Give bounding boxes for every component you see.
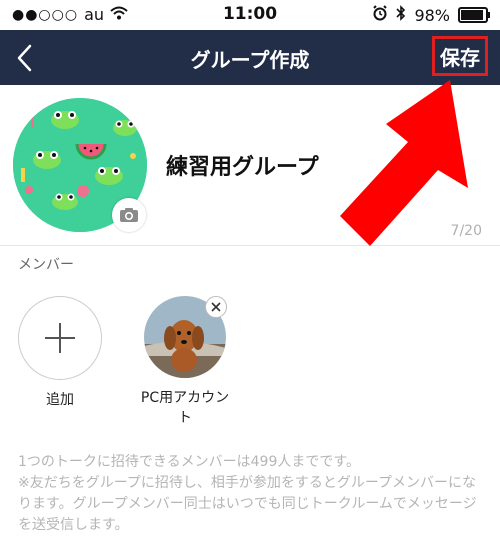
battery-percent: 98%: [414, 5, 450, 25]
status-bar: ●●○○○ au 11:00 98%: [0, 0, 500, 30]
plus-icon: [45, 323, 75, 353]
page-title: グループ作成: [190, 48, 310, 72]
member-item[interactable]: PC用アカウント: [135, 296, 235, 428]
remove-member-button[interactable]: [205, 296, 227, 318]
alarm-icon: [372, 5, 388, 25]
camera-icon: [120, 208, 138, 222]
members-section-header: メンバー: [0, 245, 500, 280]
save-button[interactable]: 保存: [432, 36, 488, 76]
add-member-label: 追加: [46, 392, 74, 408]
member-limit-note: 1つのトークに招待できるメンバーは499人までです。 ※友だちをグループに招待し…: [18, 452, 488, 536]
members-section-label: メンバー: [18, 257, 74, 273]
add-member-circle[interactable]: [18, 296, 102, 380]
member-name: PC用アカウント: [140, 390, 230, 426]
navigation-header: グループ作成 保存: [0, 30, 500, 85]
change-photo-button[interactable]: [112, 198, 146, 232]
arrow-annotation: [340, 80, 468, 246]
note-line-1: 1つのトークに招待できるメンバーは499人までです。: [18, 454, 360, 470]
battery-icon: [458, 7, 490, 23]
bluetooth-icon: [396, 5, 406, 25]
group-name-field[interactable]: 練習用グループ: [166, 149, 319, 181]
close-icon: [211, 302, 221, 312]
add-member-button[interactable]: 追加: [10, 296, 110, 410]
members-list: 追加 PC用アカウント: [0, 279, 500, 429]
note-line-2: ※友だちをグループに招待し、相手が参加をするとグループメンバーになります。グルー…: [18, 475, 477, 533]
status-right: 98%: [372, 5, 490, 25]
